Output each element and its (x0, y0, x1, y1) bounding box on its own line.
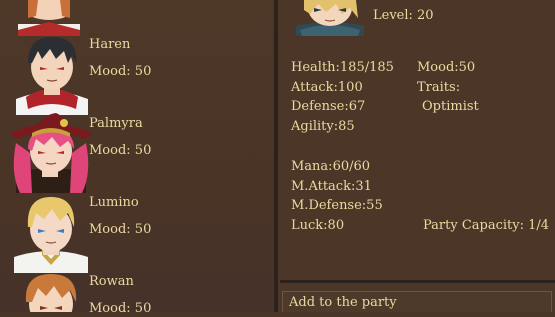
character-level: Level: 20 (373, 8, 434, 23)
trait-value: Optimist (422, 99, 479, 114)
traits-label: Traits: (417, 80, 461, 95)
palmyra-portrait[interactable] (10, 113, 92, 193)
party-capacity: Party Capacity: 1/4 (423, 218, 550, 233)
stat-defense: Defense:67 (291, 99, 366, 114)
selected-character-portrait (292, 0, 368, 36)
stat-m-attack: M.Attack:31 (291, 179, 372, 194)
palmyra-mood: Mood: 50 (89, 143, 152, 158)
stat-health: Health:185/185 (291, 60, 394, 75)
add-to-party-button[interactable]: Add to the party (282, 291, 552, 312)
stat-m-defense: M.Defense:55 (291, 198, 383, 213)
stat-mood: Mood:50 (417, 60, 476, 75)
stat-attack: Attack:100 (291, 80, 363, 95)
palmyra-name: Palmyra (89, 116, 143, 131)
party-list-panel: Haren Mood: 50 Palmyra Mood: 50 Lumino M… (0, 0, 273, 316)
haren-mood: Mood: 50 (89, 64, 152, 79)
stat-luck: Luck:80 (291, 218, 345, 233)
party-member-portrait (14, 0, 84, 36)
rowan-name: Rowan (89, 274, 134, 289)
add-to-party-label: Add to the party (289, 295, 397, 310)
stat-mana: Mana:60/60 (291, 159, 371, 174)
lumino-portrait[interactable] (12, 193, 90, 273)
haren-name: Haren (89, 37, 131, 52)
haren-portrait[interactable] (14, 33, 90, 115)
character-detail-panel: Level: 20 Health:185/185 Attack:100 Defe… (278, 0, 555, 312)
rowan-portrait[interactable] (14, 272, 88, 312)
lumino-name: Lumino (89, 195, 139, 210)
lumino-mood: Mood: 50 (89, 222, 152, 237)
stat-agility: Agility:85 (291, 119, 355, 134)
detail-separator (280, 280, 555, 283)
rowan-mood: Mood: 50 (89, 301, 152, 316)
